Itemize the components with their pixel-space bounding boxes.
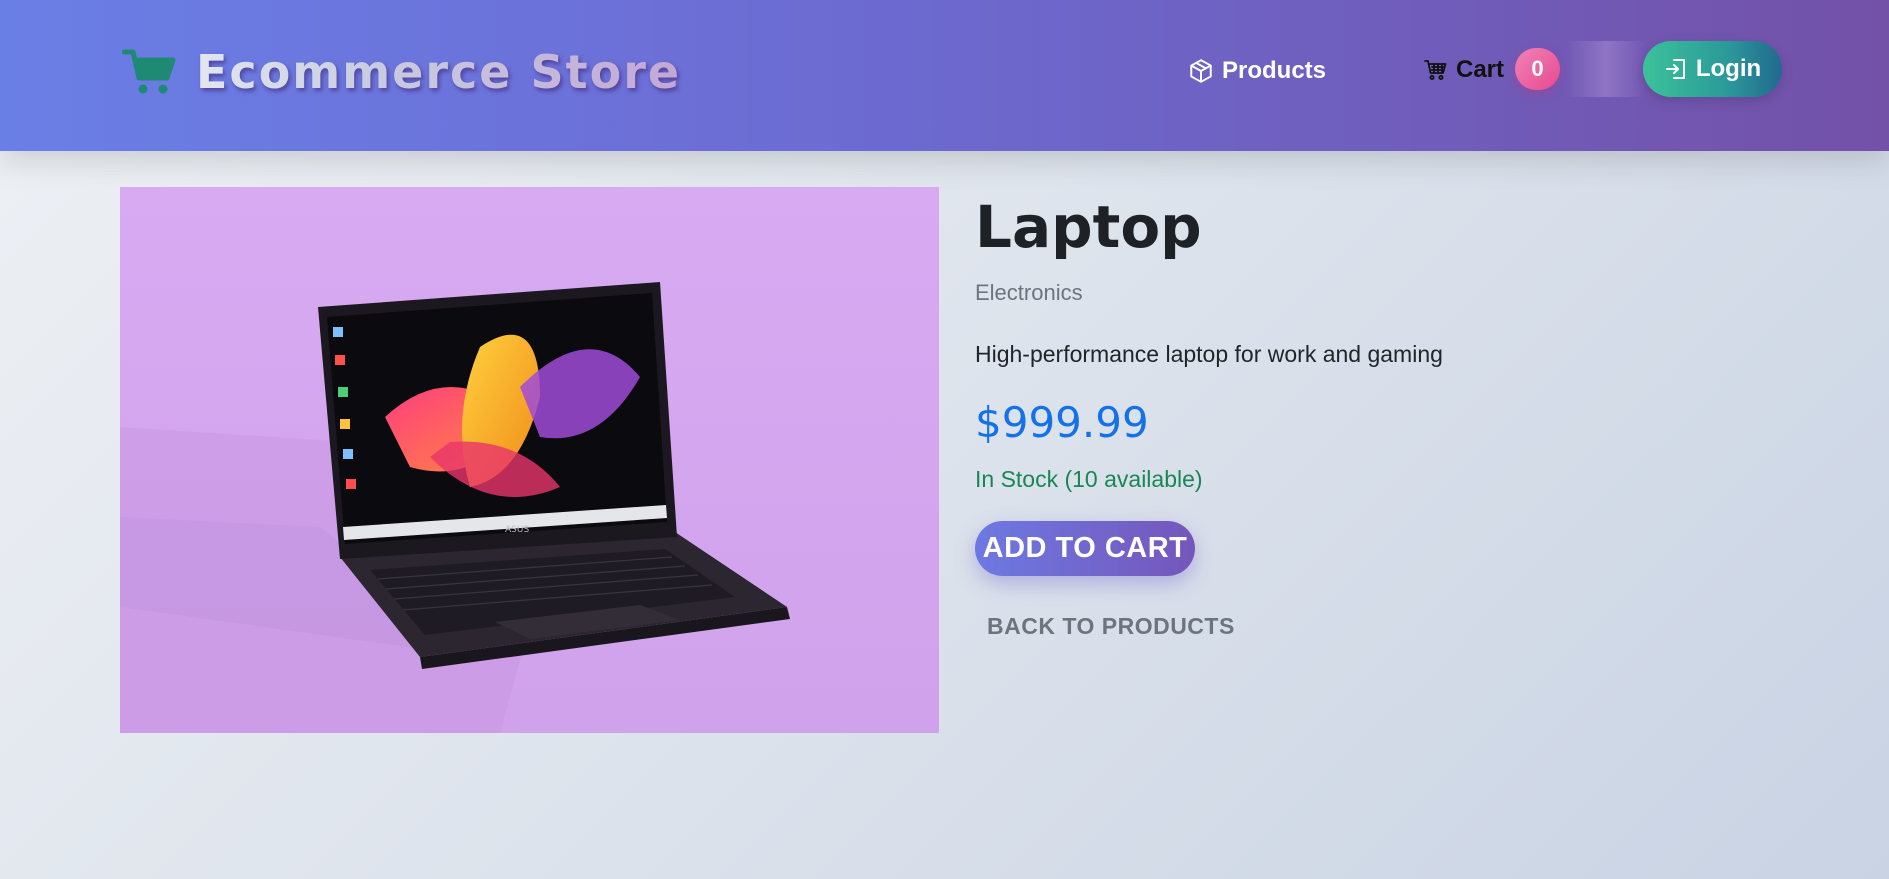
- navbar: Ecommerce Store Products Cart 0 Login: [0, 0, 1889, 151]
- nav-products-label: Products: [1222, 57, 1327, 84]
- product-image: ASUS: [120, 187, 939, 733]
- nav-cart-link[interactable]: Cart: [1424, 48, 1504, 92]
- login-button[interactable]: Login: [1643, 41, 1782, 97]
- back-to-products-link[interactable]: BACK TO PRODUCTS: [987, 613, 1235, 640]
- nav-cart-label: Cart: [1456, 56, 1505, 83]
- product-price: $999.99: [975, 398, 1149, 447]
- product-description: High-performance laptop for work and gam…: [975, 341, 1443, 367]
- product-category: Electronics: [975, 280, 1083, 305]
- box-icon: [1190, 59, 1212, 83]
- nav-products-link[interactable]: Products: [1188, 56, 1326, 86]
- add-to-cart-button[interactable]: ADD TO CART: [975, 521, 1195, 576]
- laptop-photo: ASUS: [120, 187, 939, 733]
- product-title: Laptop: [975, 193, 1202, 261]
- login-icon: [1665, 59, 1685, 79]
- svg-text:ASUS: ASUS: [505, 525, 529, 535]
- nav-divider-glow: [1566, 41, 1646, 97]
- cart-icon: [1424, 60, 1447, 80]
- shopping-cart-icon: [122, 49, 176, 94]
- login-label: Login: [1695, 55, 1762, 82]
- brand-link[interactable]: Ecommerce Store: [122, 44, 681, 100]
- cart-count-badge: 0: [1515, 48, 1560, 90]
- stock-status: In Stock (10 available): [975, 466, 1203, 492]
- brand-name: Ecommerce Store: [196, 45, 682, 99]
